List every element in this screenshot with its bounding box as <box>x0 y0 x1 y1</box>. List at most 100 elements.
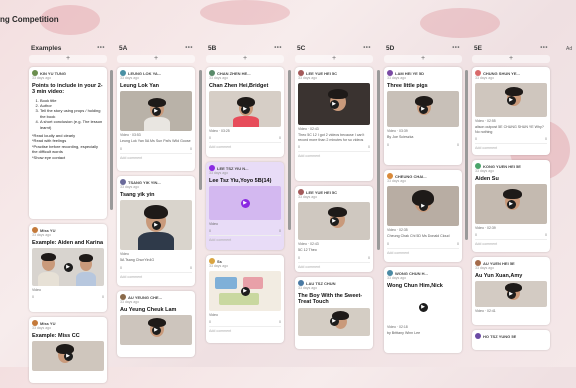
post-card[interactable]: KONG YUEN HEI 5E 33 days ago Aiden Su ▶ … <box>472 160 550 252</box>
column-menu-icon[interactable]: ••• <box>97 45 105 51</box>
post-card[interactable]: LEE YUE HEI 5C 33 days ago ▶ Video · 02:… <box>295 67 373 181</box>
video-thumbnail[interactable]: ▶ <box>298 83 370 125</box>
scrollbar[interactable] <box>110 70 113 210</box>
like-count[interactable]: 0 <box>298 256 300 260</box>
add-comment[interactable]: Add comment <box>298 261 370 269</box>
add-comment[interactable]: Add comment <box>475 143 547 150</box>
post-title: Leung Lok Yan <box>120 83 160 89</box>
like-count[interactable]: 0 <box>475 137 477 141</box>
play-icon[interactable]: ▶ <box>151 220 161 230</box>
video-thumbnail[interactable]: ▶ <box>209 271 281 311</box>
post-card[interactable]: LEUNG LOK YA... 33 days ago Leung Lok Ya… <box>117 67 195 171</box>
play-icon[interactable]: ▶ <box>506 95 516 105</box>
add-comment[interactable]: Add comment <box>209 326 281 333</box>
like-count[interactable]: 0 <box>387 143 389 147</box>
column-5a: 5A ••• + LEUNG LOK YA... 33 days ago Leun… <box>117 42 195 362</box>
column-title: Examples <box>31 44 62 52</box>
video-thumbnail[interactable]: ▶ <box>298 202 370 240</box>
post-card[interactable]: WONG CHUN H... 33 days ago Wong Chun Him… <box>384 267 462 353</box>
column-5c: 5C ••• + LEE YUE HEI 5C 33 days ago ▶ Vid… <box>295 42 373 354</box>
play-icon[interactable]: ▶ <box>63 262 73 272</box>
post-card[interactable]: AU YUEN HEI 5E 33 days ago Au Yun Xuan,A… <box>472 257 550 325</box>
post-title: Three little pigs <box>387 83 428 89</box>
play-icon[interactable]: ▶ <box>506 199 516 209</box>
add-comment[interactable]: Add comment <box>209 142 281 149</box>
column-examples: Examples ••• + KIN YU TUNG 33 days ago Po… <box>29 42 107 388</box>
play-icon[interactable]: ▶ <box>418 302 428 312</box>
add-comment[interactable]: Add comment <box>387 247 459 255</box>
post-card[interactable]: LEE YUE HEI 5C 33 days ago ▶ Video · 02:… <box>295 186 373 272</box>
video-thumbnail[interactable]: ▶ <box>32 248 104 287</box>
post-card[interactable]: Miss YU 33 days ago Example: Miss CC ▶ <box>29 317 107 383</box>
play-icon[interactable]: ▶ <box>418 201 428 211</box>
post-card[interactable]: LAU TSZ CHUN 33 days ago The Boy With th… <box>295 277 373 349</box>
play-icon[interactable]: ▶ <box>329 317 339 327</box>
like-count[interactable]: 0 <box>120 147 122 151</box>
post-card[interactable]: LAM HEI YE 5D 33 days ago Three little p… <box>384 67 462 165</box>
scrollbar[interactable] <box>377 70 380 250</box>
video-thumbnail[interactable]: ▶ <box>209 186 281 221</box>
add-post-button[interactable]: + <box>295 55 373 63</box>
scrollbar[interactable] <box>288 70 291 230</box>
play-icon[interactable]: ▶ <box>240 198 250 208</box>
post-card[interactable]: LEE TSZ YIU N... 33 days ago Lee Tsz Yiu… <box>206 162 284 250</box>
video-thumbnail[interactable]: ▶ <box>120 91 192 132</box>
edge-add-text[interactable]: Ad <box>566 46 572 52</box>
scrollbar[interactable] <box>465 70 468 240</box>
add-comment[interactable]: Add comment <box>209 235 281 242</box>
play-icon[interactable]: ▶ <box>63 351 73 361</box>
post-card[interactable]: CHEUNG CHAI... 33 days ago ▶ Video · 02:… <box>384 170 462 262</box>
like-count[interactable]: 0 <box>387 242 389 246</box>
add-comment[interactable]: Add comment <box>298 151 370 158</box>
like-count[interactable]: 0 <box>32 295 34 299</box>
video-thumbnail[interactable]: ▶ <box>298 307 370 336</box>
play-icon[interactable]: ▶ <box>506 289 516 299</box>
like-count[interactable]: 0 <box>209 229 211 233</box>
post-card[interactable]: AU YEUNG CHE... 33 days ago Au Yeung Che… <box>117 291 195 357</box>
add-post-button[interactable]: + <box>384 55 462 63</box>
video-thumbnail[interactable]: ▶ <box>475 184 547 225</box>
play-icon[interactable]: ▶ <box>418 104 428 114</box>
play-icon[interactable]: ▶ <box>151 106 161 116</box>
column-menu-icon[interactable]: ••• <box>452 45 460 51</box>
add-comment[interactable]: Add comment <box>475 239 547 246</box>
add-post-button[interactable]: + <box>117 55 195 63</box>
play-icon[interactable]: ▶ <box>329 216 339 226</box>
add-post-button[interactable]: + <box>472 55 550 63</box>
column-menu-icon[interactable]: ••• <box>185 45 193 51</box>
post-card[interactable]: Ss 33 days ago ▶ Video 00 Add comment <box>206 255 284 343</box>
video-thumbnail[interactable]: ▶ <box>475 281 547 308</box>
like-count[interactable]: 0 <box>120 266 122 270</box>
post-card[interactable]: HO TSZ YUNG 5E <box>472 330 550 350</box>
play-icon[interactable]: ▶ <box>240 104 250 114</box>
video-thumbnail[interactable]: ▶ <box>387 91 459 128</box>
video-thumbnail[interactable]: ▶ <box>387 291 459 324</box>
video-thumbnail[interactable]: ▶ <box>475 83 547 117</box>
video-thumbnail[interactable]: ▶ <box>387 186 459 226</box>
like-count[interactable]: 0 <box>298 145 300 149</box>
like-count[interactable]: 0 <box>209 320 211 324</box>
comment-count: 0 <box>190 146 192 151</box>
add-comment[interactable]: Add comment <box>120 152 192 160</box>
like-count[interactable]: 0 <box>209 136 211 140</box>
play-icon[interactable]: ▶ <box>151 325 161 335</box>
comment-count: 0 <box>102 295 104 300</box>
like-count[interactable]: 0 <box>475 233 477 237</box>
post-card[interactable]: TSANG YIK YIN... 33 days ago Tsang yik y… <box>117 176 195 286</box>
video-thumbnail[interactable]: ▶ <box>120 315 192 346</box>
add-post-button[interactable]: + <box>29 55 107 63</box>
play-icon[interactable]: ▶ <box>329 99 339 109</box>
add-comment[interactable]: Add comment <box>120 271 192 279</box>
column-menu-icon[interactable]: ••• <box>363 45 371 51</box>
add-post-button[interactable]: + <box>206 55 284 63</box>
post-card[interactable]: KIN YU TUNG 33 days ago Points to includ… <box>29 67 107 219</box>
video-thumbnail[interactable]: ▶ <box>120 200 192 251</box>
post-card[interactable]: CHAN ZHEN HE... 33 days ago Chan Zhen He… <box>206 67 284 157</box>
post-card[interactable]: Miss YU 33 days ago Example: Aiden and K… <box>29 224 107 312</box>
play-icon[interactable]: ▶ <box>240 286 250 296</box>
scrollbar[interactable] <box>199 70 202 190</box>
post-card[interactable]: CHUNG SHUN YE... 33 days ago ▶ Video · 0… <box>472 67 550 155</box>
column-menu-icon[interactable]: ••• <box>274 45 282 51</box>
video-thumbnail[interactable]: ▶ <box>209 91 281 128</box>
column-menu-icon[interactable]: ••• <box>540 45 548 51</box>
